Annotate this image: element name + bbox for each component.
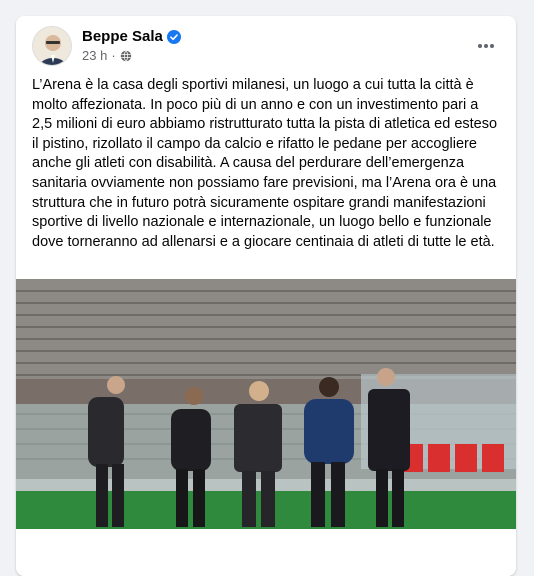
meta-separator: · (111, 48, 116, 63)
avatar-portrait (33, 27, 71, 65)
more-options-button[interactable] (472, 32, 500, 60)
globe-icon[interactable] (120, 49, 132, 62)
post-meta: 23 h · (82, 48, 132, 63)
post-text: L’Arena è la casa degli sportivi milanes… (32, 77, 498, 250)
post-card: Beppe Sala 23 h · L’Arena è la casa degl… (16, 16, 516, 576)
author-avatar[interactable] (32, 26, 72, 66)
post-time[interactable]: 23 h (82, 48, 107, 63)
post-photo[interactable] (16, 279, 516, 529)
verified-badge-icon (166, 29, 181, 44)
author-name-row: Beppe Sala (82, 28, 181, 45)
author-name[interactable]: Beppe Sala (82, 28, 163, 45)
more-horizontal-icon (478, 44, 494, 48)
post-header: Beppe Sala 23 h · (32, 26, 500, 70)
